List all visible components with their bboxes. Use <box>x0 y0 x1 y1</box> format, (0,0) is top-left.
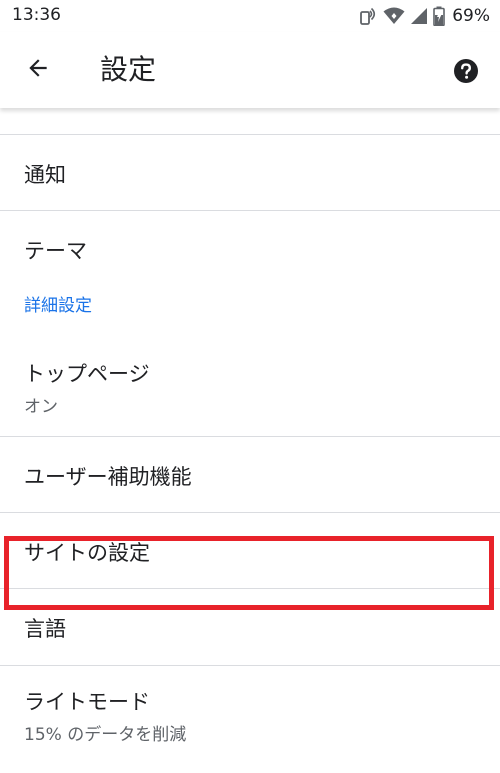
settings-item-accessibility[interactable]: ユーザー補助機能 <box>0 437 500 512</box>
list-top-spacer <box>0 108 500 134</box>
settings-item-label: テーマ <box>24 239 87 263</box>
settings-item-lite-mode[interactable]: ライトモード 15% のデータを削減 <box>0 666 500 754</box>
settings-item-value: オン <box>24 397 58 417</box>
settings-item-homepage[interactable]: トップページ オン <box>0 340 500 436</box>
settings-item-value: 15% のデータを削減 <box>24 725 187 745</box>
app-bar: 設定 <box>0 32 500 108</box>
settings-item-theme[interactable]: テーマ <box>0 211 500 286</box>
back-button[interactable] <box>20 52 56 88</box>
settings-item-label: 通知 <box>24 163 66 187</box>
page-title: 設定 <box>100 53 157 86</box>
battery-charging-icon <box>433 6 446 26</box>
settings-item-label: トップページ <box>24 362 150 386</box>
settings-item-label: 言語 <box>24 617 66 641</box>
help-button[interactable] <box>452 57 480 85</box>
settings-item-label: ライトモード <box>24 690 150 714</box>
status-icons: 69% <box>358 4 490 28</box>
settings-item-languages[interactable]: 言語 <box>0 589 500 665</box>
settings-item-site-settings[interactable]: サイトの設定 <box>0 513 500 588</box>
cellular-signal-icon <box>410 7 428 25</box>
battery-percent: 69% <box>452 6 490 26</box>
help-circle-icon <box>452 59 480 89</box>
arrow-back-icon <box>25 55 51 85</box>
settings-list: 通知 テーマ 詳細設定 トップページ オン ユーザー補助機能 サイトの設定 言語… <box>0 108 500 754</box>
status-bar: 13:36 69% <box>0 0 500 32</box>
status-time: 13:36 <box>12 5 61 25</box>
nfc-icon <box>358 6 378 26</box>
settings-item-notifications[interactable]: 通知 <box>0 135 500 210</box>
settings-item-label: サイトの設定 <box>24 541 150 565</box>
section-header-advanced: 詳細設定 <box>24 296 92 316</box>
settings-item-label: ユーザー補助機能 <box>24 465 192 489</box>
wifi-icon <box>383 7 405 25</box>
